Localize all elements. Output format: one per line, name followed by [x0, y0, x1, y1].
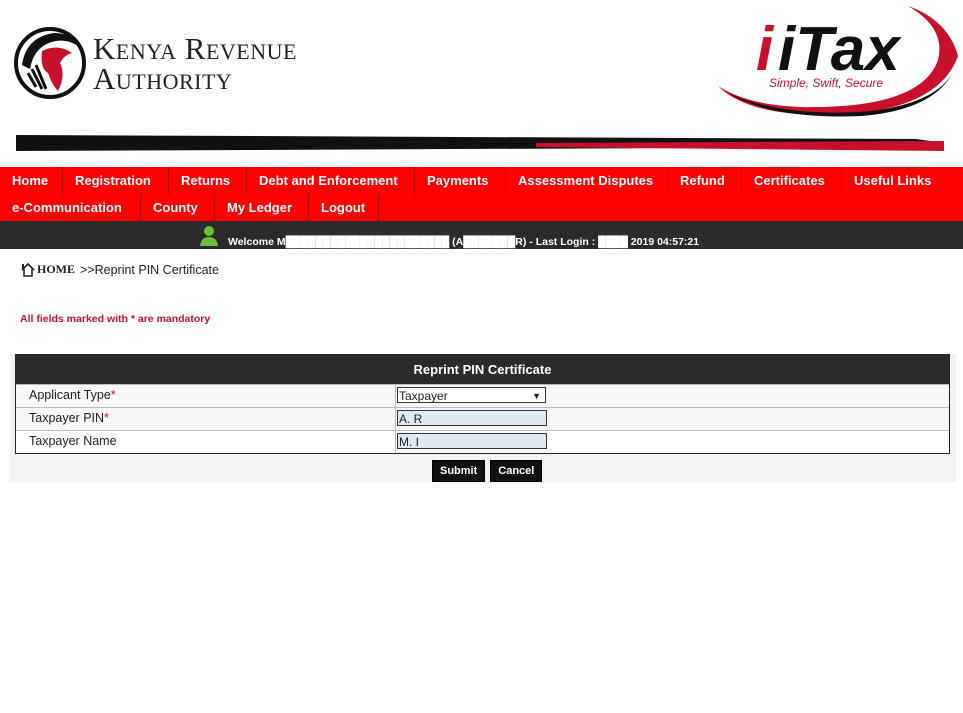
kra-name-line2: Authority: [93, 61, 233, 96]
svg-text:iTax: iTax: [778, 15, 902, 84]
home-icon: [21, 262, 35, 277]
nav-item-payments[interactable]: Payments: [415, 167, 506, 194]
chevron-down-icon: ▼: [532, 391, 541, 401]
itax-logo-icon: i iTax: [718, 6, 958, 117]
form-buttons: Submit Cancel: [432, 460, 543, 482]
taxpayer-name-input[interactable]: M. I: [397, 433, 547, 449]
nav-item-home[interactable]: Home: [0, 167, 63, 194]
breadcrumb: HOME >>Reprint PIN Certificate: [21, 262, 219, 277]
page-header: Kenya Revenue Authority i iTax Simple, S…: [0, 0, 963, 167]
applicant-type-select[interactable]: Taxpayer ▼: [397, 387, 546, 403]
form-row-taxpayer-pin: Taxpayer PIN* A. R: [16, 407, 949, 430]
nav-item-registration[interactable]: Registration: [63, 167, 169, 194]
taxpayer-pin-input[interactable]: A. R: [397, 410, 547, 426]
kra-name-line1: Kenya Revenue: [93, 31, 297, 66]
taxpayer-name-label: Taxpayer Name: [29, 434, 117, 448]
nav-item-county[interactable]: County: [141, 194, 215, 221]
main-nav: Home Registration Returns Debt and Enfor…: [0, 167, 963, 221]
welcome-text: Welcome M██████████████████████ (A██████…: [228, 236, 700, 248]
nav-item-my-ledger[interactable]: My Ledger: [215, 194, 309, 221]
nav-item-debt-enforcement[interactable]: Debt and Enforcement: [247, 167, 415, 194]
kra-lion-logo-icon: [14, 27, 86, 99]
reprint-pin-form: Reprint PIN Certificate Applicant Type* …: [15, 354, 950, 454]
nav-item-logout[interactable]: Logout: [309, 194, 379, 221]
cancel-button[interactable]: Cancel: [490, 460, 543, 482]
form-row-applicant-type: Applicant Type* Taxpayer ▼: [16, 384, 949, 407]
taxpayer-pin-label: Taxpayer PIN*: [29, 411, 109, 425]
header-swoosh-divider: [16, 135, 944, 151]
breadcrumb-current: >>Reprint PIN Certificate: [80, 262, 219, 277]
welcome-bar: Welcome M██████████████████████ (A██████…: [0, 221, 963, 249]
nav-item-refund[interactable]: Refund: [668, 167, 742, 194]
mandatory-note: All fields marked with * are mandatory: [20, 313, 211, 325]
breadcrumb-home[interactable]: HOME: [21, 262, 75, 277]
nav-row-2: e-Communication County My Ledger Logout: [0, 194, 963, 221]
submit-button[interactable]: Submit: [432, 460, 486, 482]
nav-row-1: Home Registration Returns Debt and Enfor…: [0, 167, 963, 194]
form-title: Reprint PIN Certificate: [16, 355, 949, 384]
svg-text:i: i: [756, 15, 775, 84]
breadcrumb-home-label: HOME: [37, 262, 75, 276]
form-row-taxpayer-name: Taxpayer Name M. I: [16, 430, 949, 453]
nav-item-returns[interactable]: Returns: [169, 167, 247, 194]
applicant-type-label: Applicant Type*: [29, 388, 116, 402]
nav-item-certificates[interactable]: Certificates: [742, 167, 842, 194]
nav-item-assessment-disputes[interactable]: Assessment Disputes: [506, 167, 668, 194]
nav-item-useful-links[interactable]: Useful Links: [842, 167, 942, 194]
itax-tagline: Simple, Swift, Secure: [769, 76, 884, 90]
nav-item-e-communication[interactable]: e-Communication: [0, 194, 141, 221]
user-avatar-icon: [199, 224, 219, 246]
kra-name: Kenya Revenue Authority: [93, 31, 297, 96]
